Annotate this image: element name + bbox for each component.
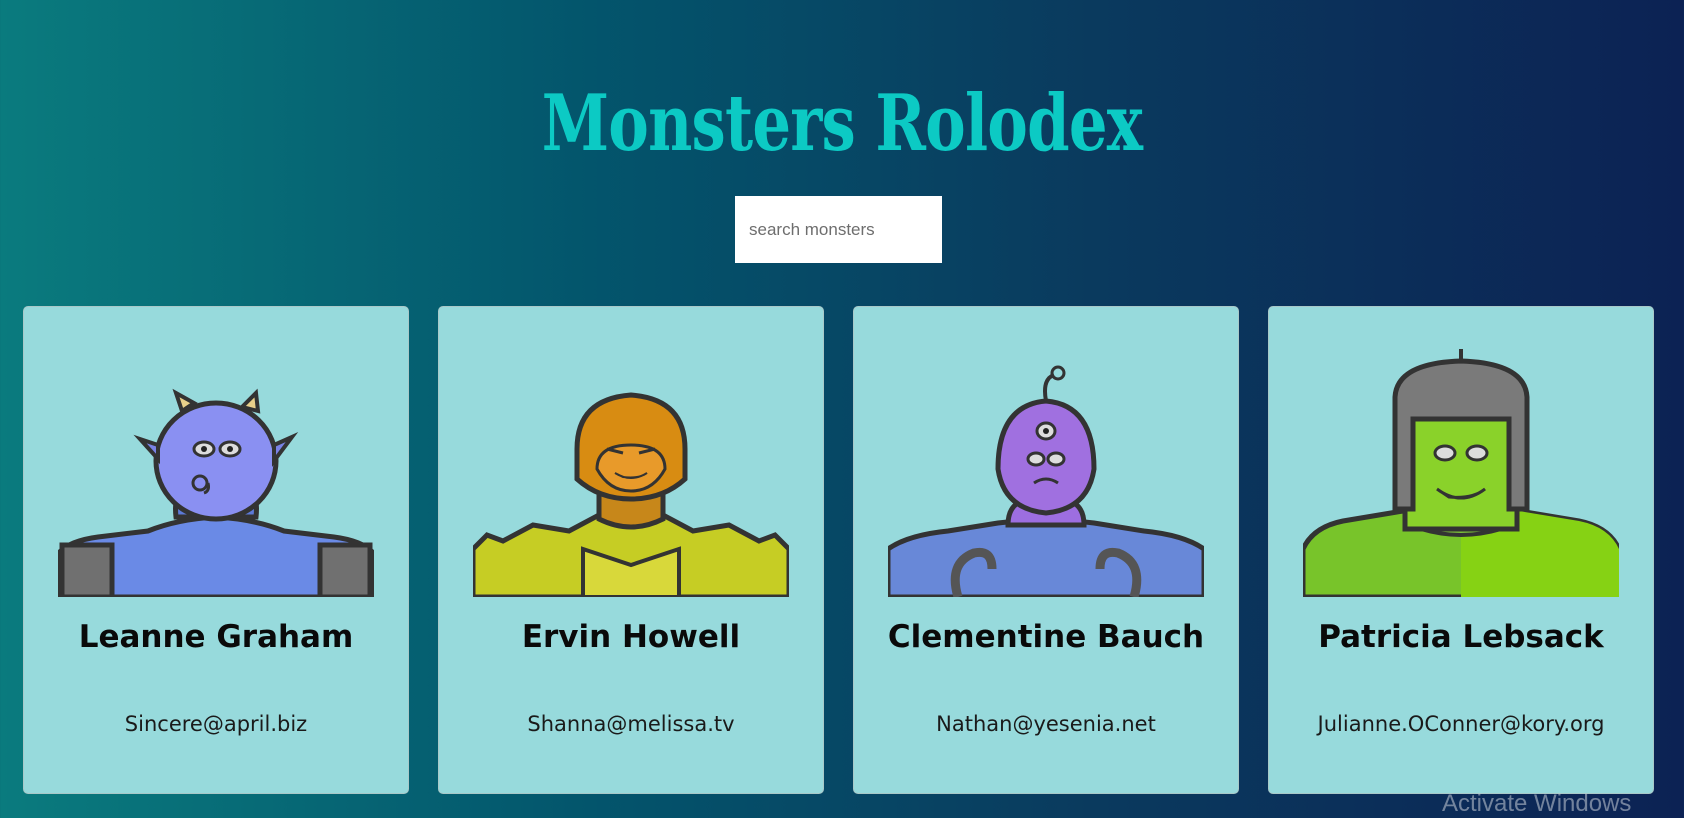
monster-name: Leanne Graham bbox=[78, 619, 354, 655]
monster-card: Ervin Howell Shanna@melissa.tv bbox=[438, 306, 824, 794]
monster-card: Clementine Bauch Nathan@yesenia.net bbox=[853, 306, 1239, 794]
monster-avatar-image bbox=[58, 388, 374, 597]
monster-card: Leanne Graham Sincere@april.biz bbox=[23, 306, 409, 794]
monster-name: Clementine Bauch bbox=[887, 619, 1205, 655]
monster-name: Patricia Lebsack bbox=[1318, 619, 1604, 655]
monster-email: Nathan@yesenia.net bbox=[936, 712, 1156, 736]
monster-email: Shanna@melissa.tv bbox=[527, 712, 735, 736]
monster-card: Patricia Lebsack Julianne.OConner@kory.o… bbox=[1268, 306, 1654, 794]
monster-avatar-image bbox=[473, 392, 789, 597]
monster-email: Sincere@april.biz bbox=[124, 712, 308, 736]
monster-name: Ervin Howell bbox=[521, 619, 741, 655]
search-input[interactable] bbox=[735, 196, 942, 263]
monster-email: Julianne.OConner@kory.org bbox=[1317, 712, 1605, 736]
monster-avatar-image bbox=[1303, 349, 1619, 597]
monster-avatar-image bbox=[888, 365, 1204, 597]
activate-windows-watermark: Activate Windows bbox=[1442, 790, 1632, 817]
page-title: Monsters Rolodex bbox=[541, 78, 1143, 170]
